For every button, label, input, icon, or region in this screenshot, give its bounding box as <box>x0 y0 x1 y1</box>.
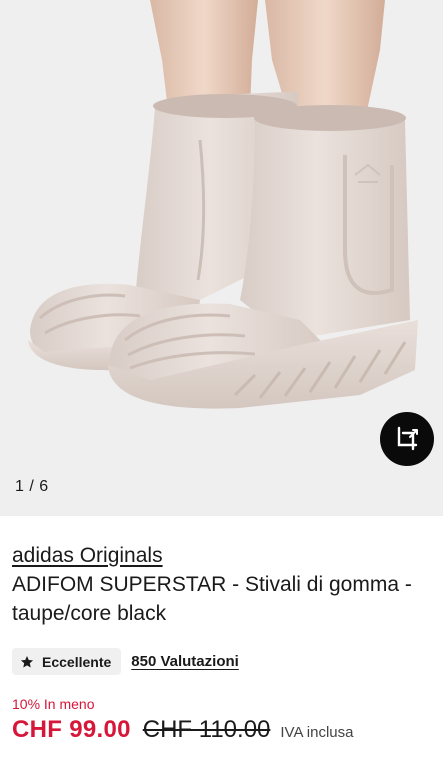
product-info: adidas Originals ADIFOM SUPERSTAR - Stiv… <box>0 516 443 744</box>
star-icon <box>20 655 34 668</box>
price-row: CHF 99.00 CHF 110.00 IVA inclusa <box>12 716 431 744</box>
original-price: CHF 110.00 <box>142 716 271 743</box>
sale-price: CHF 99.00 <box>12 716 131 743</box>
image-counter: 1 / 6 <box>15 478 49 495</box>
rating-row: Eccellente 850 Valutazioni <box>12 648 431 675</box>
reviews-link[interactable]: 850 Valutazioni <box>131 653 239 670</box>
product-title: ADIFOM SUPERSTAR - Stivali di gomma - ta… <box>12 573 412 625</box>
crop-rotate-icon <box>397 426 418 451</box>
rating-badge-label: Eccellente <box>42 653 112 670</box>
vat-note: IVA inclusa <box>280 724 354 741</box>
product-image[interactable] <box>0 0 443 516</box>
discount-label: 10% In meno <box>12 696 95 712</box>
rating-badge[interactable]: Eccellente <box>12 648 122 675</box>
product-gallery[interactable]: 1 / 6 <box>0 0 443 516</box>
brand-link[interactable]: adidas Originals <box>12 544 163 568</box>
view-similar-button[interactable] <box>380 412 434 466</box>
